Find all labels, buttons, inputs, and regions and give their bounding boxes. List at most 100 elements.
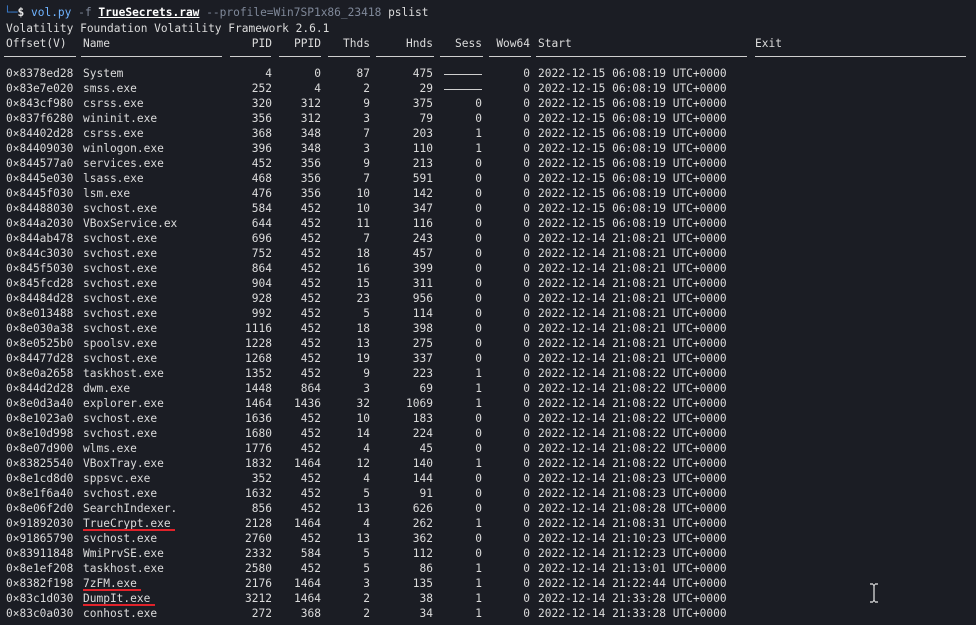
cell-pid: 928: [251, 292, 272, 305]
cell-sess: 1: [475, 457, 482, 470]
cell-hnds: 114: [412, 307, 433, 320]
cell-sess: 0: [475, 247, 482, 260]
cell-pid: 2332: [245, 547, 272, 560]
cell-wow64: 0: [523, 412, 530, 425]
cell-sess: 0: [475, 532, 482, 545]
cell-thds: 2: [363, 592, 370, 605]
cell-wow64: 0: [523, 187, 530, 200]
cell-thds: 4: [363, 517, 370, 530]
cell-pid: 1680: [245, 427, 272, 440]
cell-wow64: 0: [523, 262, 530, 275]
cell-name: svchost.exe: [83, 352, 158, 365]
cell-name: svchost.exe: [83, 292, 158, 305]
cell-start: 2022-12-14 21:33:28 UTC+0000: [538, 607, 727, 620]
cell-pid: 352: [251, 472, 272, 485]
cell-start: 2022-12-14 21:08:22 UTC+0000: [538, 457, 727, 470]
cell-start: 2022-12-14 21:08:21 UTC+0000: [538, 262, 727, 275]
table-row: 0×844ab478 svchost.exe 696 452 7 243 0 0 2022-12…: [0, 231, 976, 246]
table-row: 0×8e06f2d0 SearchIndexer. 856 452 13 626 0 0 202…: [0, 501, 976, 516]
cell-wow64: 0: [523, 367, 530, 380]
cell-thds: 5: [363, 487, 370, 500]
cell-sess: 1: [475, 592, 482, 605]
cell-wow64: 0: [523, 352, 530, 365]
cell-pid: 1776: [245, 442, 272, 455]
cell-wow64: 0: [523, 502, 530, 515]
cell-name: taskhost.exe: [83, 367, 164, 380]
cell-name: spoolsv.exe: [83, 337, 158, 350]
cell-wow64: 0: [523, 592, 530, 605]
terminal-window[interactable]: └─$ vol.py -f TrueSecrets.raw --profile=…: [0, 0, 976, 625]
cell-hnds: 110: [412, 142, 433, 155]
header-separator: [81, 56, 222, 57]
command-flag-f: -f: [78, 6, 92, 19]
cell-start: 2022-12-15 06:08:19 UTC+0000: [538, 67, 727, 80]
column-header-wow64: Wow64: [496, 37, 530, 50]
cell-offset: 0×8e1023a0: [6, 412, 74, 425]
cell-thds: 4: [363, 472, 370, 485]
cell-offset: 0×837f6280: [6, 112, 74, 125]
cell-pid: 468: [251, 172, 272, 185]
cell-wow64: 0: [523, 382, 530, 395]
cell-pid: 476: [251, 187, 272, 200]
cell-start: 2022-12-15 06:08:19 UTC+0000: [538, 187, 727, 200]
cell-wow64: 0: [523, 307, 530, 320]
cell-ppid: 1464: [294, 457, 321, 470]
cell-thds: 13: [356, 502, 370, 515]
cell-pid: 864: [251, 262, 272, 275]
cell-name: lsm.exe: [83, 187, 131, 200]
table-row: 0×8e1023a0 svchost.exe 1636 452 10 183 0 0 2022-…: [0, 411, 976, 426]
empty-session-dash: [444, 88, 482, 90]
cell-ppid: 452: [300, 502, 321, 515]
cell-ppid: 452: [300, 532, 321, 545]
cell-thds: 3: [363, 382, 370, 395]
table-row: 0×83c1d030 DumpIt.exe 3212 1464 2 38 1 0 2022-12…: [0, 591, 976, 606]
cell-ppid: 452: [300, 322, 321, 335]
cell-offset: 0×8e1f6a40: [6, 487, 74, 500]
cell-hnds: 79: [419, 112, 433, 125]
cell-pid: 356: [251, 112, 272, 125]
cell-name: svchost.exe: [83, 202, 158, 215]
cell-sess: 1: [475, 562, 482, 575]
cell-sess: 0: [475, 502, 482, 515]
cell-start: 2022-12-14 21:08:22 UTC+0000: [538, 412, 727, 425]
cell-pid: 1464: [245, 397, 272, 410]
cell-pid: 1228: [245, 337, 272, 350]
cell-offset: 0×8e07d900: [6, 442, 74, 455]
cell-wow64: 0: [523, 292, 530, 305]
cell-thds: 9: [363, 367, 370, 380]
cell-start: 2022-12-14 21:22:44 UTC+0000: [538, 577, 727, 590]
cell-sess: 0: [475, 202, 482, 215]
cell-ppid: 452: [300, 337, 321, 350]
cell-ppid: 1436: [294, 397, 321, 410]
cell-start: 2022-12-15 06:08:19 UTC+0000: [538, 97, 727, 110]
column-header-thds: Thds: [343, 37, 370, 50]
cell-offset: 0×8445e030: [6, 172, 74, 185]
cell-hnds: 262: [412, 517, 433, 530]
cell-pid: 1448: [245, 382, 272, 395]
header-separator: [376, 56, 434, 57]
cell-name: svchost.exe: [83, 532, 158, 545]
cell-hnds: 183: [412, 412, 433, 425]
cell-hnds: 223: [412, 367, 433, 380]
cell-thds: 2: [363, 82, 370, 95]
cell-pid: 696: [251, 232, 272, 245]
cell-sess: 1: [475, 142, 482, 155]
cell-wow64: 0: [523, 517, 530, 530]
cell-start: 2022-12-14 21:08:21 UTC+0000: [538, 307, 727, 320]
cell-ppid: 452: [300, 412, 321, 425]
cell-sess: 0: [475, 307, 482, 320]
table-row: 0×83c0a030 conhost.exe 272 368 2 34 1 0 2022-12-…: [0, 606, 976, 621]
cell-name: wlms.exe: [83, 442, 137, 455]
cell-thds: 4: [363, 442, 370, 455]
cell-offset: 0×84488030: [6, 202, 74, 215]
cell-offset: 0×844ab478: [6, 232, 74, 245]
cell-name: svchost.exe: [83, 232, 158, 245]
cell-thds: 18: [356, 322, 370, 335]
cell-ppid: 0: [314, 67, 321, 80]
cell-offset: 0×83825540: [6, 457, 74, 470]
command-file-arg: TrueSecrets.raw: [98, 6, 200, 19]
cell-start: 2022-12-15 06:08:19 UTC+0000: [538, 172, 727, 185]
cell-hnds: 224: [412, 427, 433, 440]
cell-ppid: 452: [300, 487, 321, 500]
cell-offset: 0×83e7e020: [6, 82, 74, 95]
